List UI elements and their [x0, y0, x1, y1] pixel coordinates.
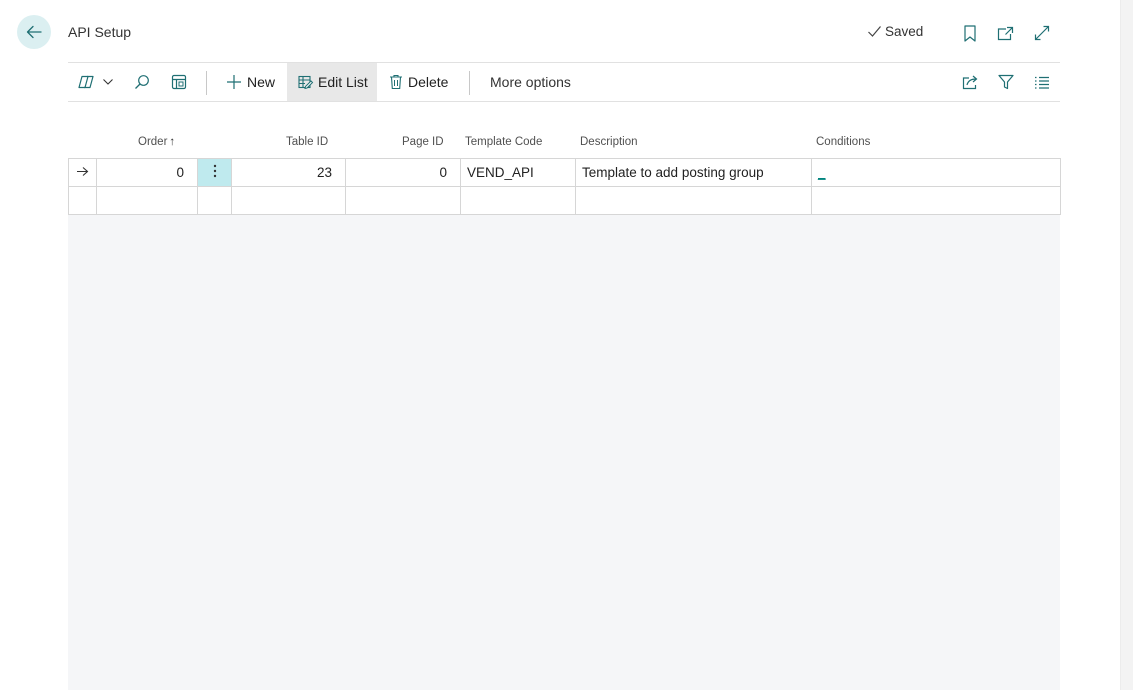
separator — [469, 71, 470, 95]
row-selector[interactable] — [68, 158, 97, 187]
list-background — [68, 214, 1060, 690]
cell-table-id[interactable]: 23 — [231, 158, 346, 187]
cell-actions[interactable] — [197, 186, 232, 215]
filter-icon — [998, 74, 1014, 90]
cell-template-code[interactable]: VEND_API — [460, 158, 576, 187]
edit-list-icon — [298, 75, 314, 89]
new-label: New — [247, 74, 276, 90]
column-header-table-id[interactable]: Table ID — [286, 136, 328, 148]
saved-status: Saved — [867, 24, 923, 39]
search-icon — [135, 75, 149, 89]
share-icon — [962, 75, 977, 89]
window-scrollbar[interactable] — [1120, 0, 1133, 690]
column-header-template-code[interactable]: Template Code — [465, 136, 542, 148]
more-options-label: More options — [490, 74, 571, 90]
filter-button[interactable] — [995, 63, 1017, 101]
open-new-window-button[interactable] — [994, 22, 1016, 44]
plus-icon — [227, 75, 241, 89]
row-selector[interactable] — [68, 186, 97, 215]
cell-description[interactable]: Template to add posting group — [575, 158, 812, 187]
chevron-down-icon — [103, 79, 113, 85]
edit-list-button[interactable]: Edit List — [287, 63, 377, 101]
cell-template-code[interactable] — [460, 186, 576, 215]
share-button[interactable] — [959, 63, 981, 101]
bookmark-button[interactable] — [959, 22, 981, 44]
order-header-label: Order — [138, 136, 168, 148]
column-header-order[interactable]: Order ↑ — [138, 136, 175, 148]
search-button[interactable] — [130, 63, 154, 101]
copilot-views-icon — [78, 75, 94, 89]
table-row-empty[interactable] — [68, 186, 1061, 215]
new-button[interactable]: New — [220, 63, 286, 101]
list-view-button[interactable] — [1031, 63, 1053, 101]
cell-page-id[interactable] — [345, 186, 461, 215]
checkmark-icon — [868, 26, 881, 37]
page-title: API Setup — [68, 24, 132, 40]
api-setup-grid: 0 23 0 VEND_API Template to add posting … — [68, 158, 1061, 215]
action-bar: New Edit List Delete More options — [68, 62, 1060, 102]
more-options-button[interactable]: More options — [490, 63, 580, 101]
trash-icon — [390, 74, 402, 90]
cell-page-id[interactable]: 0 — [345, 158, 461, 187]
sort-ascending-icon: ↑ — [169, 136, 176, 148]
analyze-icon — [171, 74, 187, 90]
table-row[interactable]: 0 23 0 VEND_API Template to add posting … — [68, 158, 1061, 187]
delete-label: Delete — [408, 74, 449, 90]
saved-label: Saved — [885, 24, 924, 39]
row-actions-button[interactable] — [197, 158, 232, 187]
edit-list-label: Edit List — [318, 74, 368, 90]
cell-description[interactable] — [575, 186, 812, 215]
column-header-conditions[interactable]: Conditions — [816, 136, 870, 148]
column-header-description[interactable]: Description — [580, 136, 638, 148]
cell-conditions[interactable]: _ — [811, 158, 1061, 187]
column-header-page-id[interactable]: Page ID — [402, 136, 444, 148]
separator — [206, 71, 207, 95]
analysis-mode-button[interactable] — [167, 63, 191, 101]
open-in-new-window-icon — [997, 26, 1013, 40]
cell-order[interactable]: 0 — [96, 158, 198, 187]
switch-view-button[interactable] — [78, 63, 118, 101]
arrow-left-icon — [26, 25, 42, 39]
cell-order[interactable] — [96, 186, 198, 215]
cell-table-id[interactable] — [231, 186, 346, 215]
more-vertical-icon — [213, 164, 216, 178]
arrow-right-icon — [77, 167, 89, 176]
expand-icon — [1034, 25, 1050, 41]
back-button[interactable] — [17, 15, 51, 49]
delete-button[interactable]: Delete — [386, 63, 458, 101]
expand-button[interactable] — [1031, 22, 1053, 44]
list-icon — [1035, 76, 1049, 89]
conditions-link[interactable]: _ — [818, 165, 826, 180]
cell-conditions[interactable] — [811, 186, 1061, 215]
bookmark-icon — [964, 24, 976, 42]
